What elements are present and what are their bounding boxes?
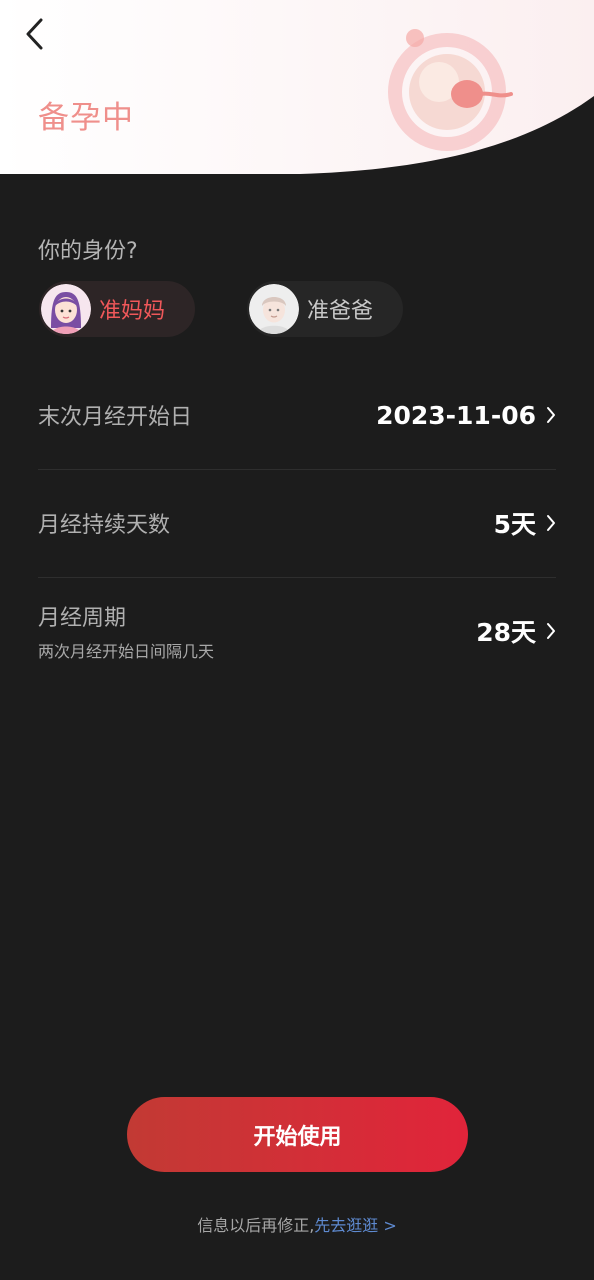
- chevron-right-icon: [547, 515, 555, 531]
- period-duration-label: 月经持续天数: [38, 513, 171, 538]
- cycle-length-hint: 两次月经开始日间隔几天: [38, 642, 215, 661]
- back-button[interactable]: [14, 14, 54, 54]
- page-title: 备孕中: [38, 100, 134, 136]
- period-duration-row[interactable]: 月经持续天数 5天: [38, 469, 556, 577]
- role-label-father: 准爸爸: [307, 299, 374, 324]
- last-period-label: 末次月经开始日: [38, 405, 193, 430]
- mother-avatar: [41, 284, 91, 334]
- chevron-right-icon: [547, 623, 555, 639]
- footer-note: 信息以后再修正,: [197, 1216, 315, 1235]
- cycle-length-value: 28天: [476, 618, 536, 647]
- header: 备孕中: [0, 0, 594, 180]
- identity-question: 你的身份?: [38, 239, 138, 264]
- last-period-row[interactable]: 末次月经开始日 2023-11-06: [38, 361, 556, 469]
- mother-avatar-icon: [41, 284, 91, 334]
- footer: 信息以后再修正,先去逛逛 >: [0, 1212, 594, 1236]
- father-avatar: [249, 284, 299, 334]
- father-avatar-icon: [249, 284, 299, 334]
- period-duration-value: 5天: [493, 510, 536, 539]
- start-button[interactable]: 开始使用: [127, 1097, 468, 1172]
- role-label-mother: 准妈妈: [99, 299, 166, 324]
- cycle-length-row[interactable]: 月经周期 两次月经开始日间隔几天 28天: [38, 577, 556, 685]
- role-option-father[interactable]: 准爸爸: [247, 281, 403, 337]
- egg-sperm-illustration: [388, 29, 513, 151]
- chevron-left-icon: [26, 18, 43, 50]
- cycle-length-label: 月经周期: [38, 606, 127, 631]
- browse-first-link[interactable]: 先去逛逛 >: [314, 1216, 397, 1235]
- chevron-right-icon: [547, 407, 555, 423]
- last-period-value: 2023-11-06: [376, 400, 536, 430]
- role-option-mother[interactable]: 准妈妈: [39, 281, 195, 337]
